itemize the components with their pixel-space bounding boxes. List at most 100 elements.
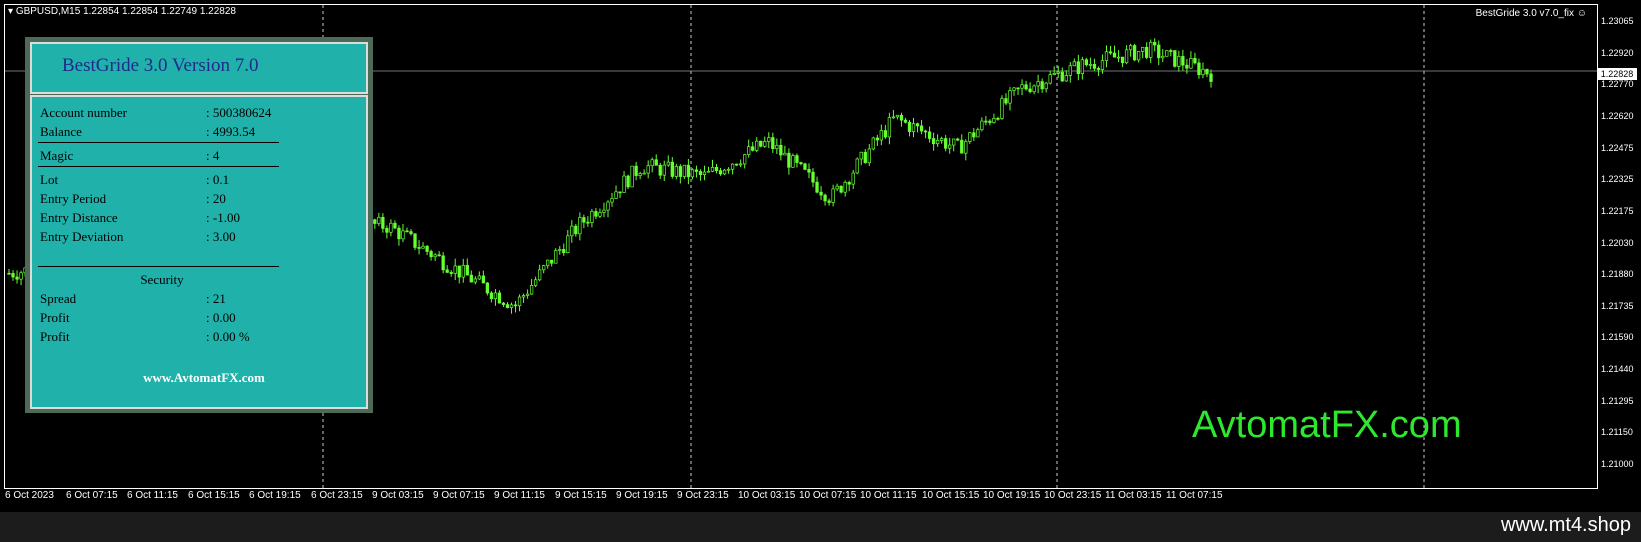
candle-body (996, 118, 1000, 120)
footer-link[interactable]: www.mt4.shop (1501, 514, 1631, 537)
candle-body (678, 166, 683, 177)
candle-body (433, 254, 437, 258)
candle-body (602, 209, 606, 213)
price-axis-label: 1.22030 (1601, 238, 1634, 248)
candle-body (698, 171, 703, 175)
candle-body (1096, 67, 1101, 70)
candle-body (1100, 60, 1105, 70)
time-axis-label: 9 Oct 15:15 (555, 490, 607, 501)
candle-body (1084, 59, 1089, 66)
candle-body (529, 285, 534, 295)
candle-body (525, 293, 530, 296)
candle-body (730, 163, 735, 170)
candle-body (875, 137, 879, 141)
price-axis-label: 1.22175 (1601, 206, 1634, 216)
price-axis-label: 1.21150 (1601, 427, 1633, 437)
candle-body (927, 131, 932, 139)
candle-body (622, 175, 626, 193)
candle-body (1193, 58, 1197, 64)
row-key: Spread (40, 291, 77, 306)
candle-body (887, 117, 892, 138)
candle-body (449, 272, 453, 274)
dropdown-triangle-icon[interactable]: ▾ (8, 6, 13, 17)
candle-body (859, 151, 863, 160)
time-axis-label: 11 Oct 03:15 (1105, 490, 1162, 501)
candle-body (489, 292, 494, 300)
candle-body (437, 254, 441, 257)
candle-body (1141, 46, 1145, 52)
candle-body (1032, 85, 1036, 93)
candle-body (630, 165, 634, 188)
candle-body (851, 172, 855, 185)
candle-body (517, 296, 522, 307)
candle-body (377, 216, 381, 224)
candle-body (891, 116, 896, 119)
time-axis-label: 9 Oct 23:15 (677, 490, 729, 501)
ea-name-text: BestGride 3.0 v7.0_fix (1475, 8, 1574, 19)
candle-body (980, 120, 984, 131)
time-axis-label: 6 Oct 15:15 (188, 490, 240, 501)
candle-body (1116, 56, 1121, 59)
candle-body (940, 138, 944, 141)
candle-body (956, 138, 960, 141)
candle-body (413, 233, 417, 248)
row-key: Magic (40, 148, 74, 163)
row-key: Profit (40, 329, 70, 344)
candle-body (767, 137, 771, 142)
candle-body (1177, 56, 1181, 67)
candle-body (7, 272, 11, 275)
candle-body (787, 152, 791, 168)
time-axis-label: 10 Oct 03:15 (738, 490, 796, 501)
site-link[interactable]: www.AvtomatFX.com (32, 370, 366, 386)
candle-body (718, 170, 723, 175)
security-title: Security (140, 272, 184, 287)
candle-body (574, 225, 578, 235)
candle-body (19, 272, 23, 280)
candle-body (1088, 64, 1093, 66)
time-axis-label: 6 Oct 07:15 (66, 490, 118, 501)
smiley-icon[interactable]: ☺ (1577, 8, 1587, 19)
candle-body (1173, 50, 1177, 67)
candle-body (690, 169, 695, 178)
candle-body (578, 217, 582, 235)
candle-body (903, 119, 908, 123)
candle-body (1044, 82, 1048, 90)
candle-body (1052, 73, 1056, 75)
candle-body (899, 114, 904, 121)
candle-body (453, 265, 457, 274)
price-axis-label: 1.22620 (1601, 111, 1634, 121)
candle-body (409, 231, 413, 235)
time-axis-label: 9 Oct 19:15 (616, 490, 668, 501)
candle-body (847, 182, 851, 185)
candle-body (421, 245, 425, 249)
candle-body (642, 172, 646, 175)
candle-body (598, 212, 602, 217)
candle-body (1028, 88, 1032, 93)
price-axis-label: 1.23065 (1601, 16, 1634, 26)
time-axis-label: 6 Oct 2023 (5, 490, 54, 501)
candle-body (972, 132, 976, 138)
candle-body (626, 175, 630, 188)
candle-body (469, 274, 473, 283)
candle-body (722, 169, 727, 175)
candle-body (1136, 51, 1141, 61)
candle-body (931, 138, 936, 145)
candle-body (638, 173, 642, 176)
candle-body (1181, 56, 1185, 66)
candle-body (739, 163, 743, 166)
candle-body (763, 141, 767, 147)
candle-body (1157, 44, 1161, 59)
price-axis-label: 1.22920 (1601, 48, 1634, 58)
candle-body (465, 264, 469, 276)
price-axis-label: 1.22770 (1601, 79, 1634, 89)
candle-body (1092, 64, 1097, 69)
candle-body (542, 265, 546, 271)
ea-label[interactable]: BestGride 3.0 v7.0_fix ☺ (1476, 8, 1587, 19)
candle-body (811, 171, 815, 183)
candle-body (485, 282, 490, 294)
candle-body (1012, 87, 1016, 91)
candle-body (570, 225, 574, 237)
candle-body (1016, 87, 1020, 90)
candle-body (493, 292, 498, 300)
candle-body (682, 164, 687, 177)
